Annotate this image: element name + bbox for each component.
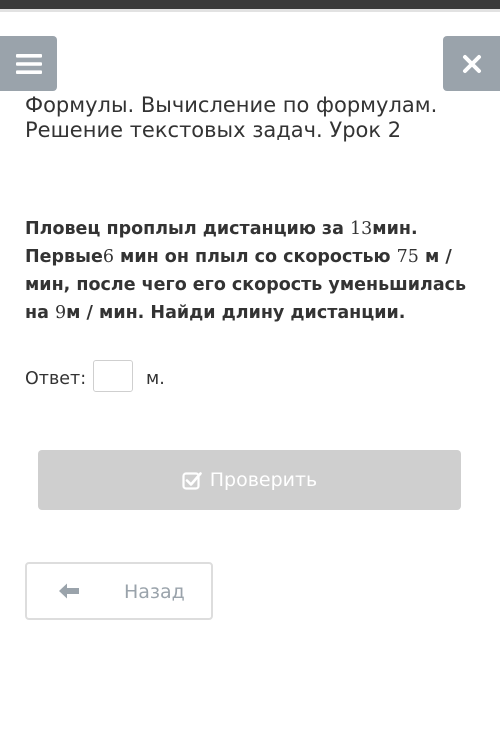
answer-input[interactable] <box>93 360 133 392</box>
problem-number: 75 <box>396 247 419 267</box>
lesson-title: Формулы. Вычисление по формулам. Решение… <box>25 93 438 142</box>
problem-text: Пловец проплыл дистанцию за 13мин. Первы… <box>25 215 480 327</box>
hamburger-menu-icon <box>15 53 42 74</box>
problem-number: 13 <box>350 219 373 239</box>
back-button-label: Назад <box>124 581 185 603</box>
problem-text-part: Пловец проплыл дистанцию за <box>25 219 350 239</box>
problem-text-part: м / мин. Найди длину дистанции. <box>66 303 406 323</box>
checkbox-check-icon <box>182 471 202 490</box>
problem-number: 9 <box>55 303 67 323</box>
answer-label: Ответ: <box>25 369 87 389</box>
answer-unit: м. <box>146 369 165 389</box>
answer-row: Ответ: м. <box>25 360 325 394</box>
top-bar <box>0 0 500 9</box>
close-button[interactable] <box>443 36 500 91</box>
menu-button[interactable] <box>0 36 57 91</box>
close-x-icon <box>462 54 481 73</box>
check-button[interactable]: Проверить <box>38 450 461 510</box>
back-button[interactable]: Назад <box>25 562 213 620</box>
problem-text-part: мин он плыл со скоростью <box>113 247 397 267</box>
check-button-label: Проверить <box>209 469 318 491</box>
top-bar-divider <box>0 9 500 12</box>
arrow-left-icon <box>59 583 79 599</box>
problem-number: 6 <box>102 247 114 267</box>
